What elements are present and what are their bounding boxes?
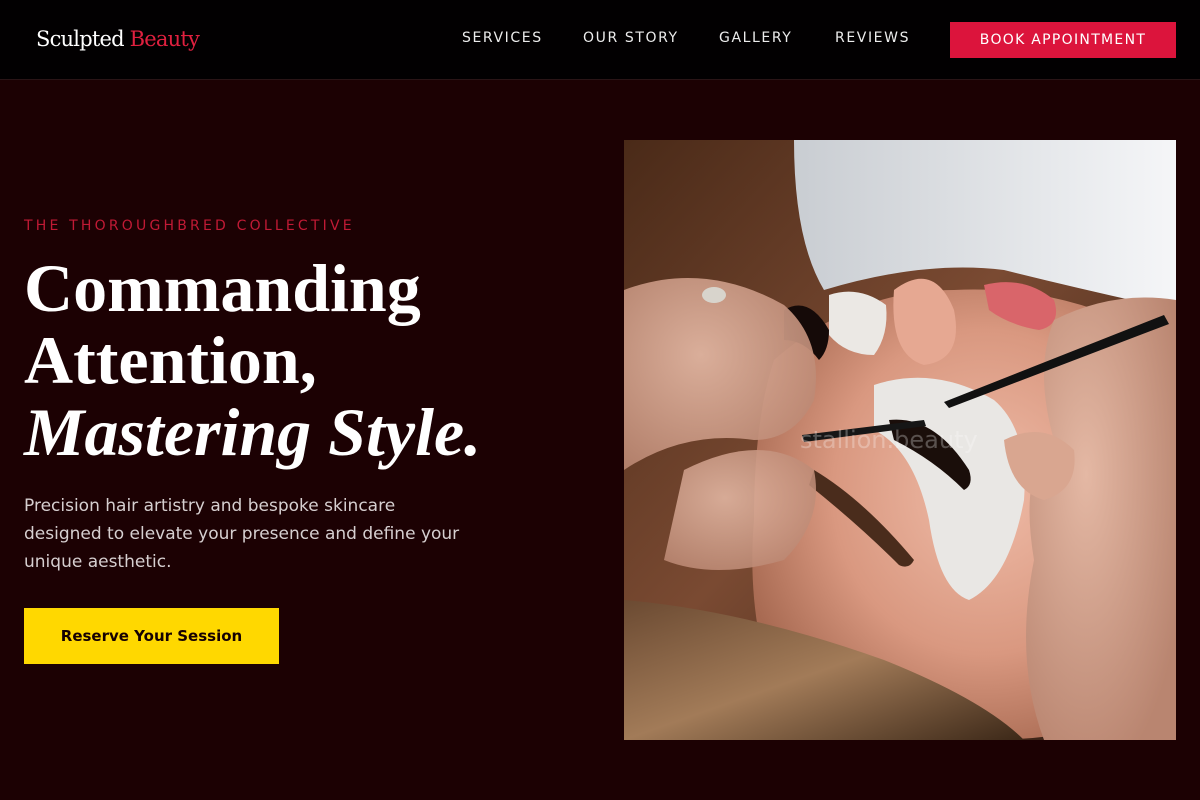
hero-subtitle: Precision hair artistry and bespoke skin… <box>24 496 460 572</box>
nav-link-our-story[interactable]: OUR STORY <box>583 30 679 50</box>
hero-eyebrow: THE THOROUGHBRED COLLECTIVE <box>24 218 355 234</box>
nav-link-gallery[interactable]: GALLERY <box>719 30 792 50</box>
brand-logo[interactable]: Sculpted Beauty <box>36 27 200 51</box>
hero-headline-line-2: Attention, <box>24 322 317 398</box>
brand-name-accent: Beauty <box>129 27 200 51</box>
nav-link-services[interactable]: SERVICES <box>462 30 543 50</box>
brand-name-primary: Sculpted <box>36 27 125 51</box>
hero-headline: Commanding Attention, Mastering Style. <box>24 252 584 468</box>
site-header: Sculpted Beauty SERVICES OUR STORY GALLE… <box>0 0 1200 80</box>
reserve-session-button[interactable]: Reserve Your Session <box>24 608 279 664</box>
hero-headline-line-3: Mastering Style. <box>24 394 482 470</box>
hero-photo: stallion.beauty <box>624 140 1176 740</box>
hero-headline-line-1: Commanding <box>24 250 421 326</box>
book-appointment-button[interactable]: BOOK APPOINTMENT <box>950 22 1176 58</box>
photo-watermark: stallion.beauty <box>800 426 978 454</box>
nav-link-reviews[interactable]: REVIEWS <box>835 30 910 50</box>
